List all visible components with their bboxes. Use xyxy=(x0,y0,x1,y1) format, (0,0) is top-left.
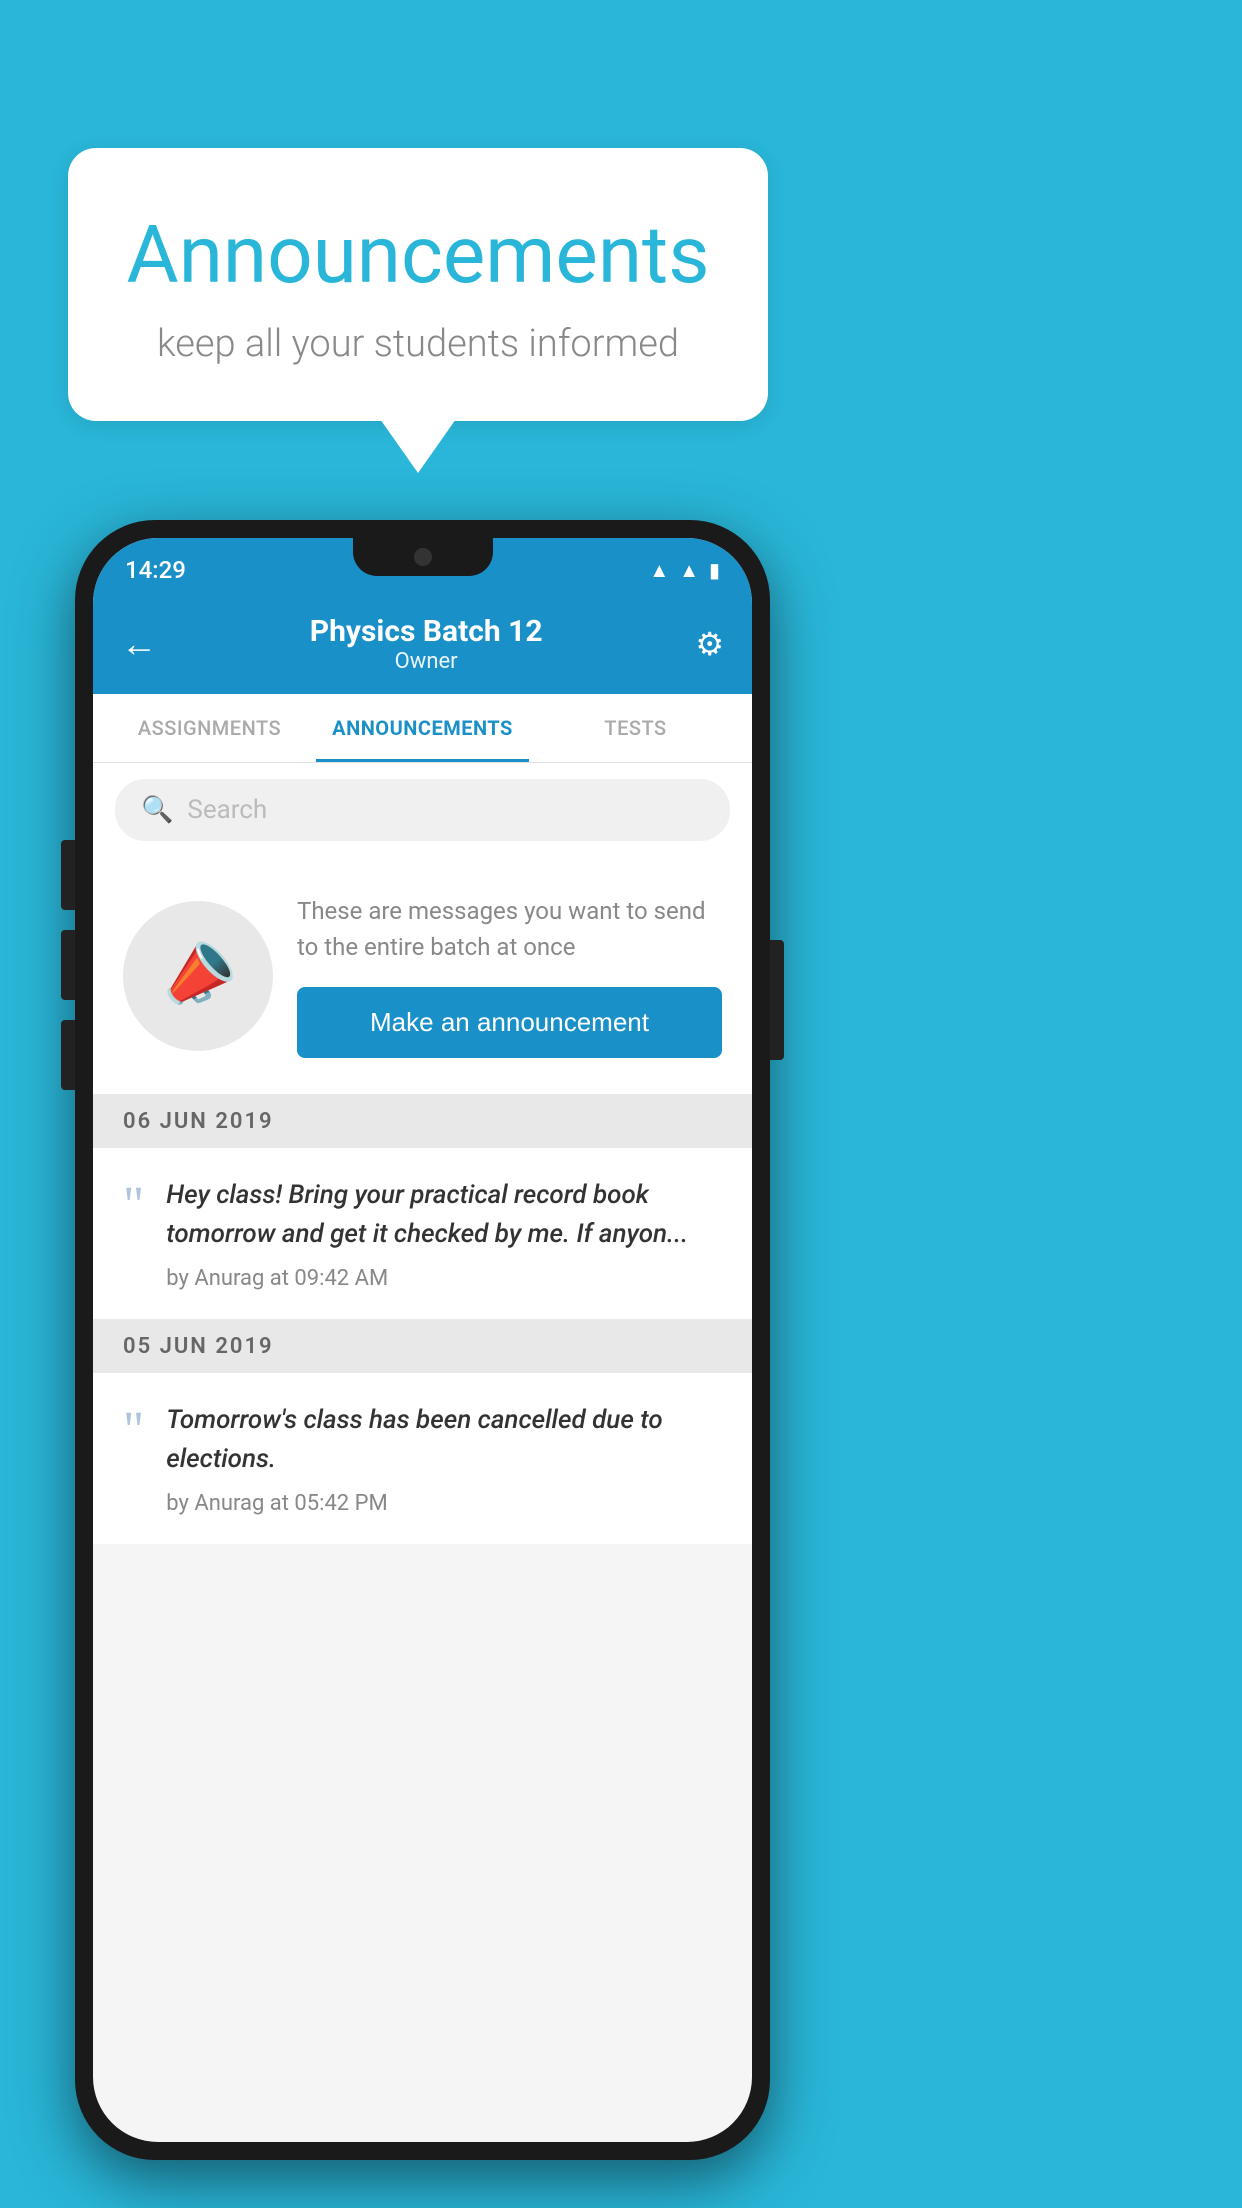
camera-notch xyxy=(414,548,432,566)
signal-icon: ▲ xyxy=(679,558,699,583)
promo-icon-circle: 📣 xyxy=(123,901,273,1051)
search-placeholder: Search xyxy=(187,795,267,825)
megaphone-icon: 📣 xyxy=(149,928,247,1023)
tab-assignments[interactable]: ASSIGNMENTS xyxy=(103,694,316,762)
phone-outer: 14:29 ▲ ▲ ▮ ← Physics Batch 12 Owner ⚙ xyxy=(75,520,770,2160)
date-separator-1: 06 JUN 2019 xyxy=(93,1095,752,1148)
announcement-meta-2: by Anurag at 05:42 PM xyxy=(166,1491,722,1516)
search-icon: 🔍 xyxy=(141,795,173,825)
status-icons: ▲ ▲ ▮ xyxy=(649,558,720,583)
search-container: 🔍 Search xyxy=(93,763,752,857)
announcement-content-1: Hey class! Bring your practical record b… xyxy=(166,1176,722,1291)
battery-icon: ▮ xyxy=(709,558,720,582)
make-announcement-button[interactable]: Make an announcement xyxy=(297,987,722,1058)
promo-content: These are messages you want to send to t… xyxy=(297,893,722,1058)
phone-wrapper: 14:29 ▲ ▲ ▮ ← Physics Batch 12 Owner ⚙ xyxy=(75,520,770,2160)
header-title-group: Physics Batch 12 Owner xyxy=(310,614,543,674)
tab-announcements[interactable]: ANNOUNCEMENTS xyxy=(316,694,529,762)
announcement-item-2: " Tomorrow's class has been cancelled du… xyxy=(93,1373,752,1544)
phone-screen: 14:29 ▲ ▲ ▮ ← Physics Batch 12 Owner ⚙ xyxy=(93,538,752,2142)
announcement-text-2: Tomorrow's class has been cancelled due … xyxy=(166,1401,722,1479)
app-header: ← Physics Batch 12 Owner ⚙ xyxy=(93,596,752,694)
wifi-icon: ▲ xyxy=(649,558,669,583)
search-bar[interactable]: 🔍 Search xyxy=(115,779,730,841)
header-title: Physics Batch 12 xyxy=(310,614,543,649)
announcement-text-1: Hey class! Bring your practical record b… xyxy=(166,1176,722,1254)
speech-bubble-container: Announcements keep all your students inf… xyxy=(68,148,768,421)
settings-icon[interactable]: ⚙ xyxy=(695,625,724,663)
phone-notch xyxy=(353,538,493,576)
promo-section: 📣 These are messages you want to send to… xyxy=(93,857,752,1095)
header-subtitle: Owner xyxy=(310,649,543,674)
speech-bubble-subtitle: keep all your students informed xyxy=(118,322,718,366)
back-button[interactable]: ← xyxy=(121,623,157,665)
speech-bubble: Announcements keep all your students inf… xyxy=(68,148,768,421)
date-separator-2: 05 JUN 2019 xyxy=(93,1320,752,1373)
announcement-item-1: " Hey class! Bring your practical record… xyxy=(93,1148,752,1320)
quote-icon-1: " xyxy=(123,1180,144,1232)
tab-tests[interactable]: TESTS xyxy=(529,694,742,762)
promo-description: These are messages you want to send to t… xyxy=(297,893,722,965)
quote-icon-2: " xyxy=(123,1405,144,1457)
announcement-content-2: Tomorrow's class has been cancelled due … xyxy=(166,1401,722,1516)
status-time: 14:29 xyxy=(125,556,186,584)
speech-bubble-title: Announcements xyxy=(118,208,718,302)
announcement-meta-1: by Anurag at 09:42 AM xyxy=(166,1266,722,1291)
tab-bar: ASSIGNMENTS ANNOUNCEMENTS TESTS xyxy=(93,694,752,763)
